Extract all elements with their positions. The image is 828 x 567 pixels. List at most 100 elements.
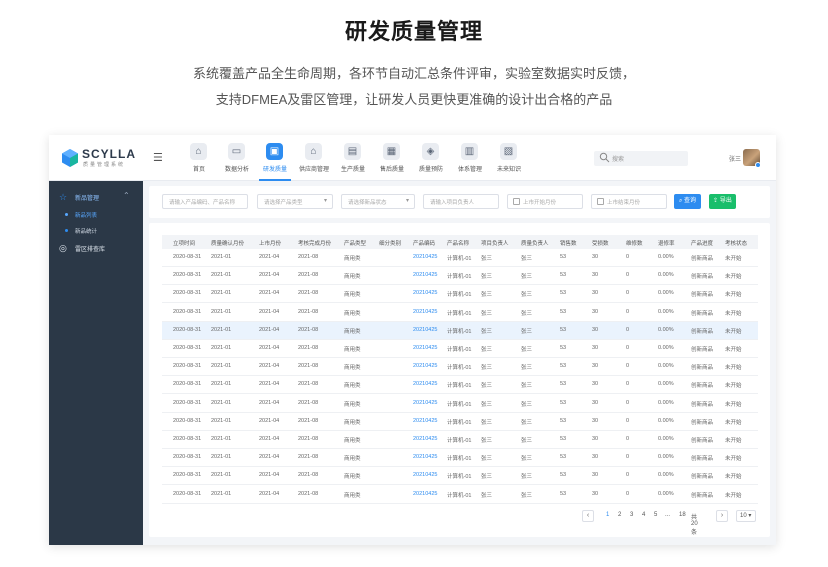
table-cell: 2021-01 (211, 290, 232, 297)
product-code-link[interactable]: 20210425 (413, 454, 437, 460)
nav-item-4[interactable]: ▤ 生产质量 (333, 139, 373, 179)
top-bar: SCYLLA 质量管理系统 ☰ ⌂ 首页 ▭ 数据分析 ▣ 研发质量 ⌂ 供应商管理 ▤ 生产质量… (49, 135, 776, 181)
table-row[interactable]: 2020-08-31 2021-01 2021-04 2021-08 商用类 202104… (162, 249, 758, 267)
table-row[interactable]: 2020-08-31 2021-01 2021-04 2021-08 商用类 202104… (162, 304, 758, 322)
table-cell: 2020-08-31 (173, 308, 202, 315)
table-row[interactable]: 2020-08-31 2021-01 2021-04 2021-08 商用类 202104… (162, 395, 758, 413)
column-header[interactable]: 立项时间 (173, 239, 195, 247)
column-header[interactable]: 受损数 (592, 239, 609, 247)
menu-toggle-icon[interactable]: ☰ (153, 152, 165, 164)
product-code-link[interactable]: 20210425 (413, 309, 437, 315)
column-header[interactable]: 产品编码 (413, 239, 435, 247)
product-code-link[interactable]: 20210425 (413, 345, 437, 351)
product-code-link[interactable]: 20210425 (413, 327, 437, 333)
column-header[interactable]: 考核状态 (725, 239, 747, 247)
next-page-button[interactable]: › (716, 510, 728, 522)
column-header[interactable]: 产品名称 (447, 239, 469, 247)
sidebar-group-new-products[interactable]: ☆ 新品管理 ⌃ (49, 189, 143, 205)
table-cell: 2021-01 (211, 399, 232, 406)
nav-item-1[interactable]: ▭ 数据分析 (217, 139, 257, 179)
table-cell: 2021-01 (211, 454, 232, 461)
product-code-link[interactable]: 20210425 (413, 436, 437, 442)
table-cell: 2021-08 (298, 272, 319, 279)
export-button[interactable]: ⇪ 导出 (709, 194, 736, 209)
table-cell: 2021-08 (298, 345, 319, 351)
logo[interactable]: SCYLLA 质量管理系统 (61, 147, 135, 169)
product-code-link[interactable]: 20210425 (413, 254, 437, 260)
sidebar-item-new-product-stats[interactable]: 新品统计 (49, 223, 143, 238)
page-4[interactable]: 4 (642, 512, 645, 518)
start-month-placeholder: 上市开始月份 (523, 200, 557, 206)
nav-item-0[interactable]: ⌂ 首页 (179, 139, 219, 179)
table-cell: 0.00% (658, 308, 674, 315)
nav-item-8[interactable]: ▧ 未来知识 (489, 139, 529, 179)
table-row[interactable]: 2020-08-31 2021-01 2021-04 2021-08 商用类 202104… (162, 321, 758, 340)
table-row[interactable]: 2020-08-31 2021-01 2021-04 2021-08 商用类 202104… (162, 449, 758, 468)
column-header[interactable]: 细分类别 (379, 239, 401, 247)
product-code-link[interactable]: 20210425 (413, 381, 437, 387)
supplier-icon: ⌂ (305, 143, 322, 160)
table-row[interactable]: 2020-08-31 2021-01 2021-04 2021-08 商用类 202104… (162, 467, 758, 486)
prev-page-button[interactable]: ‹ (582, 510, 594, 522)
product-code-link[interactable]: 20210425 (413, 272, 437, 278)
product-search-input[interactable]: 请输入产品编码、产品名称 (162, 194, 248, 209)
table-row[interactable]: 2020-08-31 2021-01 2021-04 2021-08 商用类 202104… (162, 486, 758, 504)
product-type-select[interactable]: 请选择产品类型 ▾ (257, 194, 333, 209)
nav-item-7[interactable]: ▥ 体系管理 (450, 139, 490, 179)
column-header[interactable]: 产品类型 (344, 239, 366, 247)
table-row[interactable]: 2020-08-31 2021-01 2021-04 2021-08 商用类 202104… (162, 267, 758, 286)
column-header[interactable]: 维修数 (626, 239, 643, 247)
nav-item-2[interactable]: ▣ 研发质量 (255, 139, 295, 181)
new-product-status-select[interactable]: 请选择新品状态 ▾ (341, 194, 415, 209)
column-header[interactable]: 产品进度 (691, 239, 713, 247)
online-status-dot (755, 162, 761, 168)
product-code-link[interactable]: 20210425 (413, 418, 437, 424)
bullet-icon (65, 213, 68, 216)
column-header[interactable]: 考核完成月份 (298, 239, 331, 247)
app-window: SCYLLA 质量管理系统 ☰ ⌂ 首页 ▭ 数据分析 ▣ 研发质量 ⌂ 供应商管理 ▤ 生产质量… (49, 135, 776, 545)
table-cell: 商用类 (344, 310, 361, 317)
table-row[interactable]: 2020-08-31 2021-01 2021-04 2021-08 商用类 202104… (162, 358, 758, 377)
column-header[interactable]: 销售数 (560, 239, 577, 247)
column-header[interactable]: 退修率 (658, 239, 675, 247)
product-code-link[interactable]: 20210425 (413, 472, 437, 478)
table-row[interactable]: 2020-08-31 2021-01 2021-04 2021-08 商用类 202104… (162, 413, 758, 431)
launch-start-month-picker[interactable]: 上市开始月份 (507, 194, 583, 209)
page-last[interactable]: 18 (679, 512, 686, 518)
table-cell: 商用类 (344, 438, 361, 444)
page-5[interactable]: 5 (654, 512, 657, 518)
product-code-link[interactable]: 20210425 (413, 363, 437, 369)
project-owner-input[interactable]: 请输入项目负责人 (423, 194, 499, 209)
sidebar-group-minefield-library[interactable]: ◎ 雷区排查库 (49, 240, 143, 256)
table-row[interactable]: 2020-08-31 2021-01 2021-04 2021-08 商用类 202104… (162, 285, 758, 304)
page-size-select[interactable]: 10 ▾ (736, 510, 756, 522)
query-button[interactable]: ⌕ 查询 (674, 194, 701, 209)
search-input[interactable]: 搜索 (594, 151, 688, 166)
nav-item-6[interactable]: ◈ 质量预防 (411, 139, 451, 179)
table-row[interactable]: 2020-08-31 2021-01 2021-04 2021-08 商用类 202104… (162, 376, 758, 395)
table-row[interactable]: 2020-08-31 2021-01 2021-04 2021-08 商用类 202104… (162, 340, 758, 358)
product-code-link[interactable]: 20210425 (413, 290, 437, 296)
product-code-link[interactable]: 20210425 (413, 400, 437, 406)
table-cell: 计算机-01 (447, 347, 472, 353)
column-header[interactable]: 质量负责人 (521, 239, 549, 247)
nav-item-5[interactable]: ▦ 售后质量 (372, 139, 412, 179)
page-3[interactable]: 3 (630, 512, 633, 518)
table-cell: 2021-01 (211, 490, 232, 497)
launch-end-month-picker[interactable]: 上市结束月份 (591, 194, 667, 209)
product-code-link[interactable]: 20210425 (413, 491, 437, 497)
column-header[interactable]: 项目负责人 (481, 239, 509, 247)
table-cell: 商用类 (344, 274, 361, 281)
table-row[interactable]: 2020-08-31 2021-01 2021-04 2021-08 商用类 202104… (162, 431, 758, 449)
page-2[interactable]: 2 (618, 512, 621, 518)
column-header[interactable]: 质量确认月份 (211, 239, 244, 247)
column-header[interactable]: 上市月份 (259, 239, 281, 247)
table-cell: 2021-04 (259, 290, 280, 297)
table-cell: 0.00% (658, 326, 674, 333)
page-ellipsis[interactable]: ... (665, 512, 670, 518)
page-1[interactable]: 1 (606, 512, 609, 518)
user-name[interactable]: 张三 (729, 154, 741, 163)
table-cell: 53 (560, 308, 567, 315)
sidebar-item-new-product-list[interactable]: 新品列表 (49, 207, 143, 222)
nav-item-3[interactable]: ⌂ 供应商管理 (294, 139, 334, 179)
